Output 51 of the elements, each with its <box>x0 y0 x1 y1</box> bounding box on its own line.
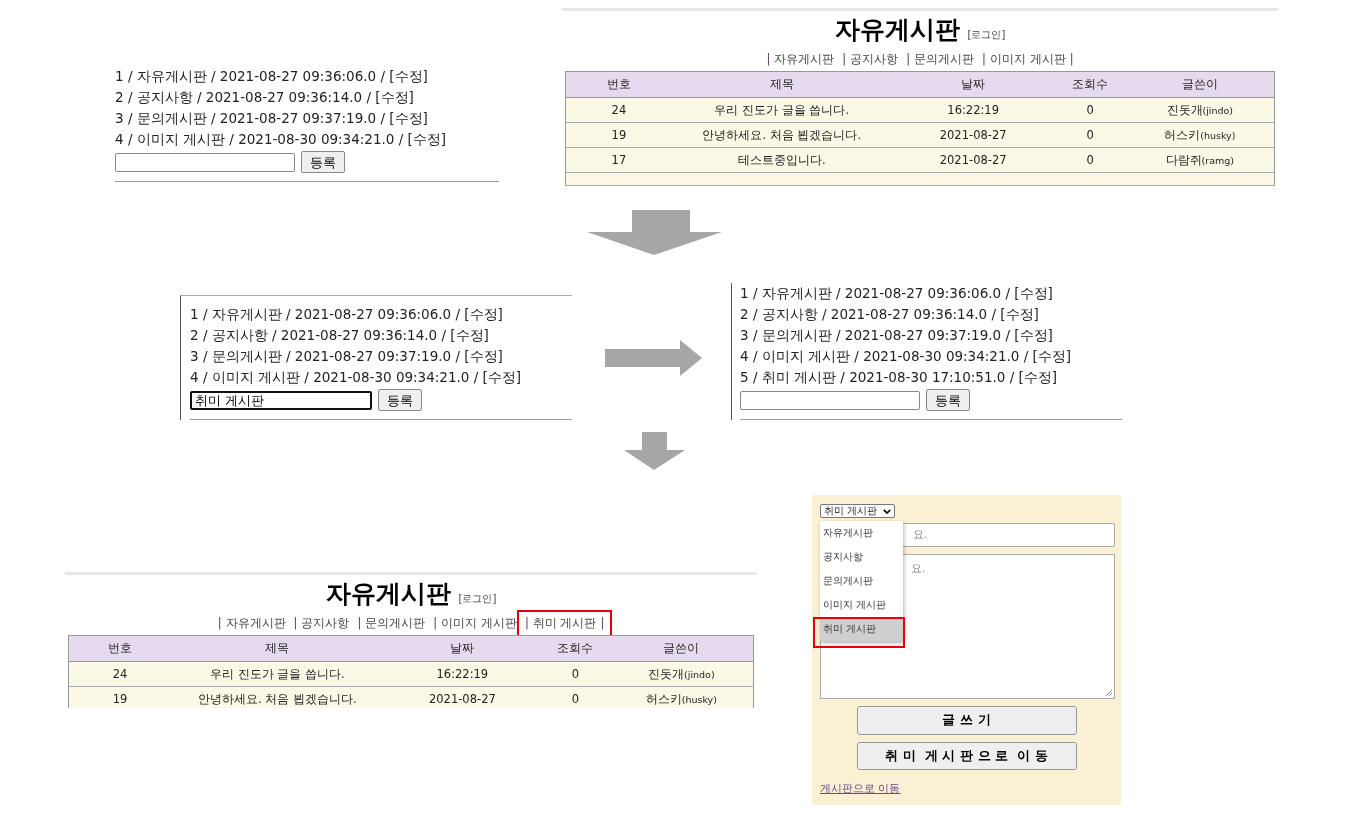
table-cell: 19 <box>68 686 172 708</box>
category-entry: 5 / 취미 게시판 / 2021-08-30 17:10:51.0 / [수정] <box>740 368 1059 387</box>
table-cell: 2021-08-27 <box>891 147 1055 173</box>
category-entry: 4 / 이미지 게시판 / 2021-08-30 09:34:21.0 / [수정] <box>190 368 523 387</box>
category-entry: 3 / 문의게시판 / 2021-08-27 09:37:19.0 / [수정] <box>115 109 429 128</box>
column-header: 제목 <box>671 71 892 98</box>
separator-text: | <box>982 52 986 67</box>
column-header: 날짜 <box>383 635 542 662</box>
table-cell: 2021-08-27 <box>891 122 1055 148</box>
column-header: 제목 <box>171 635 384 662</box>
category-entry: 1 / 자유게시판 / 2021-08-27 09:36:06.0 / [수정] <box>115 67 429 86</box>
column-header: 글쓴이 <box>609 635 754 662</box>
table-cell: 17 <box>565 147 672 173</box>
category-entry: 1 / 자유게시판 / 2021-08-27 09:36:06.0 / [수정] <box>190 305 504 324</box>
separator-text: | <box>433 616 438 631</box>
column-header: 글쓴이 <box>1125 71 1275 98</box>
author-cell: 진돗개(jindo) <box>1125 97 1275 123</box>
author-cell: 허스키(husky) <box>1125 122 1275 148</box>
category-entry: 2 / 공지사항 / 2021-08-27 09:36:14.0 / [수정] <box>190 326 490 345</box>
table-cell: 24 <box>68 661 172 687</box>
category-entry: 2 / 공지사항 / 2021-08-27 09:36:14.0 / [수정] <box>115 88 415 107</box>
column-header: 날짜 <box>891 71 1055 98</box>
column-header: 번호 <box>565 71 672 98</box>
category-entry: 3 / 문의게시판 / 2021-08-27 09:37:19.0 / [수정] <box>190 347 504 366</box>
separator-text: | <box>1069 52 1074 67</box>
separator-text: | <box>906 52 911 67</box>
separator-text: | <box>217 616 222 631</box>
category-entry: 2 / 공지사항 / 2021-08-27 09:36:14.0 / [수정] <box>740 305 1040 324</box>
category-entry: 4 / 이미지 게시판 / 2021-08-30 09:34:21.0 / [수정] <box>740 347 1073 366</box>
column-header: 조회수 <box>1054 71 1126 98</box>
board-title: 자유게시판 <box>325 578 451 610</box>
table-cell: 19 <box>565 122 672 148</box>
board-title: 자유게시판 <box>834 14 960 46</box>
separator-text: | <box>766 52 771 67</box>
separator-text: | <box>600 616 605 631</box>
table-cell: 0 <box>541 686 610 708</box>
author-cell: 다람쥐(ramg) <box>1125 147 1275 173</box>
table-cell: 0 <box>541 661 610 687</box>
column-header: 번호 <box>68 635 172 662</box>
separator-text: | <box>293 616 298 631</box>
category-entry: 4 / 이미지 게시판 / 2021-08-30 09:34:21.0 / [수정] <box>115 130 448 149</box>
table-cell: 16:22:19 <box>891 97 1055 123</box>
table-cell: 24 <box>565 97 672 123</box>
table-cell: 16:22:19 <box>383 661 542 687</box>
author-cell: 진돗개(jindo) <box>609 661 754 687</box>
column-header: 조회수 <box>541 635 610 662</box>
category-entry: 3 / 문의게시판 / 2021-08-27 09:37:19.0 / [수정] <box>740 326 1054 345</box>
separator-text: | <box>842 52 847 67</box>
category-entry: 1 / 자유게시판 / 2021-08-27 09:36:06.0 / [수정] <box>740 284 1054 303</box>
separator-text: | <box>357 616 362 631</box>
separator-text: | <box>524 616 529 631</box>
